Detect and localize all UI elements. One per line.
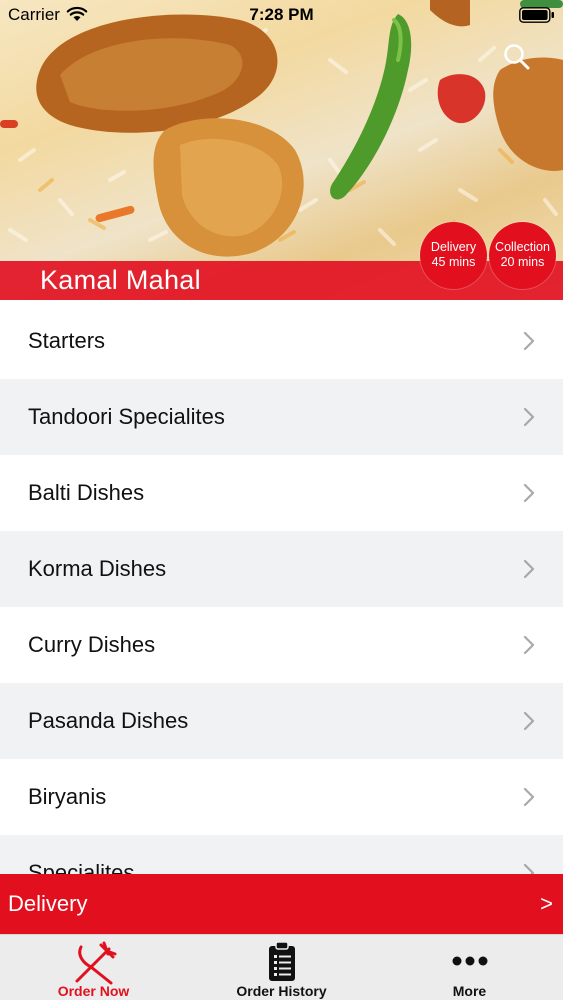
chevron-right-icon [523, 787, 535, 807]
menu-row-curry-dishes[interactable]: Curry Dishes [0, 607, 563, 683]
menu-row-specialites[interactable]: Specialites [0, 835, 563, 874]
collection-time-badge[interactable]: Collection 20 mins [489, 222, 556, 289]
chevron-right-icon [523, 635, 535, 655]
menu-row-korma-dishes[interactable]: Korma Dishes [0, 531, 563, 607]
delivery-badge-label: Delivery [430, 240, 477, 254]
clock-time: 7:28 PM [249, 5, 314, 24]
search-button[interactable] [500, 40, 534, 74]
tab-label: Order History [236, 983, 327, 999]
collection-badge-label: Collection [495, 240, 550, 254]
menu-row-tandoori-specialites[interactable]: Tandoori Specialites [0, 379, 563, 455]
status-bar: Carrier 7:28 PM [0, 0, 563, 30]
menu-row-label: Pasanda Dishes [28, 708, 189, 733]
clipboard-icon [268, 941, 295, 981]
menu-row-biryanis[interactable]: Biryanis [0, 759, 563, 835]
tab-bar: Order Now Order History More [0, 934, 563, 1000]
menu-row-label: Balti Dishes [28, 480, 145, 505]
fork-knife-icon [75, 941, 116, 985]
tab-more[interactable]: More [376, 935, 563, 1000]
delivery-badge-time: 45 mins [431, 255, 476, 269]
menu-row-balti-dishes[interactable]: Balti Dishes [0, 455, 563, 531]
chevron-right-icon: > [540, 891, 553, 916]
chevron-right-icon [523, 559, 535, 579]
battery-icon [519, 7, 554, 23]
chevron-right-icon [523, 407, 535, 427]
tab-label: More [452, 983, 487, 999]
chevron-right-icon [523, 483, 535, 503]
more-dots-icon [452, 956, 487, 966]
menu-row-label: Starters [28, 328, 106, 353]
tab-order-now[interactable]: Order Now [0, 935, 187, 1000]
chevron-right-icon [523, 331, 535, 351]
menu-category-list[interactable]: Starters Tandoori Specialites Balti Dish… [0, 303, 563, 874]
restaurant-name: Kamal Mahal [40, 265, 201, 295]
delivery-mode-button[interactable]: Delivery > [0, 874, 563, 934]
chevron-right-icon [523, 863, 535, 874]
menu-row-label: Tandoori Specialites [28, 404, 225, 429]
tab-order-history[interactable]: Order History [188, 935, 375, 1000]
chevron-right-icon [523, 711, 535, 731]
menu-row-pasanda-dishes[interactable]: Pasanda Dishes [0, 683, 563, 759]
tab-label: Order Now [57, 983, 130, 999]
delivery-time-badge[interactable]: Delivery 45 mins [420, 222, 487, 289]
search-icon [504, 44, 530, 70]
menu-row-label: Biryanis [28, 784, 107, 809]
menu-row-label: Specialites [28, 860, 135, 874]
menu-row-starters[interactable]: Starters [0, 303, 563, 379]
delivery-mode-label: Delivery [8, 891, 88, 916]
collection-badge-time: 20 mins [500, 255, 545, 269]
menu-row-label: Korma Dishes [28, 556, 167, 581]
menu-row-label: Curry Dishes [28, 632, 156, 657]
